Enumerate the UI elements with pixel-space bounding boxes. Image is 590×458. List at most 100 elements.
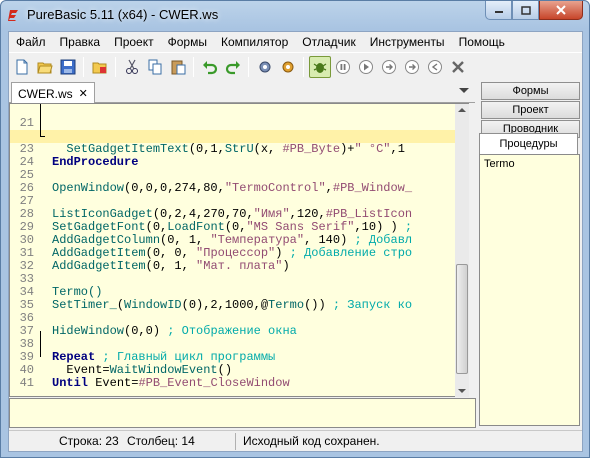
redo-button[interactable] bbox=[222, 56, 244, 78]
file-tab-cwer[interactable]: CWER.ws ✕ bbox=[11, 82, 95, 104]
menu-bar: Файл Правка Проект Формы Компилятор Отла… bbox=[9, 32, 582, 52]
close-tab-icon[interactable]: ✕ bbox=[79, 87, 88, 100]
menu-compiler[interactable]: Компилятор bbox=[214, 32, 295, 52]
scroll-down-icon[interactable] bbox=[458, 389, 466, 393]
code-line: 34 SetTimer_(WindowID(0),2,1000,@Termo()… bbox=[10, 273, 468, 312]
side-tab-project[interactable]: Проект bbox=[481, 101, 580, 119]
client-area: Файл Правка Проект Формы Компилятор Отла… bbox=[8, 31, 583, 452]
pause-button[interactable] bbox=[332, 56, 354, 78]
fold-line bbox=[40, 104, 41, 136]
undo-button[interactable] bbox=[199, 56, 221, 78]
build-icon bbox=[282, 61, 294, 73]
continue-button[interactable] bbox=[355, 56, 377, 78]
step-out-button[interactable] bbox=[424, 56, 446, 78]
code-line: 35 bbox=[10, 286, 468, 312]
step-over-button[interactable] bbox=[401, 56, 423, 78]
menu-edit[interactable]: Правка bbox=[53, 32, 108, 52]
tab-list-dropdown-icon[interactable] bbox=[459, 88, 469, 93]
stop-icon bbox=[452, 61, 464, 73]
menu-file[interactable]: Файл bbox=[9, 32, 53, 52]
main-window: PureBasic 5.11 (x64) - CWER.ws Файл Прав… bbox=[0, 0, 590, 458]
compile-icon bbox=[259, 61, 271, 73]
copy-button[interactable] bbox=[144, 56, 166, 78]
step-over-icon bbox=[382, 60, 396, 74]
new-file-icon bbox=[16, 59, 28, 75]
menu-debugger[interactable]: Отладчик bbox=[295, 32, 362, 52]
paste-icon bbox=[171, 60, 186, 75]
scrollbar-thumb[interactable] bbox=[456, 264, 468, 374]
save-icon bbox=[60, 59, 76, 75]
fold-line bbox=[40, 331, 41, 357]
new-file-button[interactable] bbox=[11, 56, 33, 78]
code-line: 21 x=InF(#DATA_REG) bbox=[10, 104, 468, 143]
redo-icon bbox=[225, 61, 240, 75]
debugger-toggle-button[interactable] bbox=[309, 56, 331, 78]
code-text: Until Event=#PB_Event_CloseWindow bbox=[52, 376, 290, 390]
paste-button[interactable] bbox=[167, 56, 189, 78]
code-line: 29 AddGadgetColumn(0, 1, "Температура", … bbox=[10, 208, 468, 247]
side-tab-forms[interactable]: Формы bbox=[481, 82, 580, 100]
output-panel[interactable] bbox=[9, 398, 476, 428]
open-folder-button[interactable] bbox=[89, 56, 111, 78]
code-line: 38 Repeat ; Главный цикл программы bbox=[10, 325, 468, 364]
compile-run-button[interactable] bbox=[254, 56, 276, 78]
close-icon bbox=[556, 5, 566, 15]
code-line: 32 bbox=[10, 247, 468, 273]
side-tab-procedures[interactable]: Процедуры bbox=[479, 133, 578, 155]
code-line: 31 AddGadgetItem(0, 1, "Мат. плата") bbox=[10, 234, 468, 273]
code-line: 27 ListIconGadget(0,2,4,270,70,"Имя",120… bbox=[10, 182, 468, 221]
maximize-button[interactable] bbox=[512, 1, 539, 20]
step-out-icon bbox=[428, 60, 442, 74]
copy-icon bbox=[148, 59, 162, 75]
step-button[interactable] bbox=[378, 56, 400, 78]
code-line: 26 bbox=[10, 169, 468, 195]
minimize-icon bbox=[494, 11, 503, 13]
scroll-up-icon[interactable] bbox=[458, 108, 466, 112]
file-tab-bar: CWER.ws ✕ bbox=[9, 80, 475, 104]
step-out-icon bbox=[405, 60, 419, 74]
open-file-icon bbox=[37, 62, 53, 74]
editor-vertical-scrollbar[interactable] bbox=[455, 104, 469, 397]
code-line: 36 HideWindow(0,0) ; Отображение окна bbox=[10, 299, 468, 338]
title-bar[interactable]: PureBasic 5.11 (x64) - CWER.ws bbox=[1, 1, 589, 30]
purebasic-logo-icon bbox=[8, 10, 18, 21]
status-column: Столбец: 14 bbox=[127, 434, 195, 448]
procedures-panel: Termo bbox=[479, 154, 580, 426]
menu-help[interactable]: Помощь bbox=[452, 32, 512, 52]
status-row: Строка: 23 bbox=[59, 434, 119, 448]
code-line: 37 bbox=[10, 312, 468, 338]
code-line: 22 SetGadgetItemText(0,1,StrU(x, #PB_Byt… bbox=[10, 117, 468, 156]
save-button[interactable] bbox=[57, 56, 79, 78]
maximize-icon bbox=[520, 5, 531, 15]
open-folder-icon bbox=[92, 62, 107, 74]
menu-tools[interactable]: Инструменты bbox=[363, 32, 452, 52]
code-line: 40 Until Event=#PB_Event_CloseWindow bbox=[10, 351, 468, 390]
code-line: 30 AddGadgetItem(0, 0, "Процессор") ; До… bbox=[10, 221, 468, 260]
toolbar bbox=[9, 52, 582, 80]
code-editor[interactable]: 21 x=InF(#DATA_REG) 22 SetGadgetItemText… bbox=[9, 103, 469, 397]
pause-icon bbox=[336, 60, 350, 74]
build-button[interactable] bbox=[277, 56, 299, 78]
menu-project[interactable]: Проект bbox=[107, 32, 161, 52]
status-bar: Строка: 23 Столбец: 14 Исходный код сохр… bbox=[9, 430, 582, 452]
procedure-item[interactable]: Termo bbox=[484, 158, 515, 170]
undo-icon bbox=[203, 61, 218, 75]
minimize-button[interactable] bbox=[485, 1, 512, 20]
close-window-button[interactable] bbox=[539, 1, 583, 20]
cut-button[interactable] bbox=[121, 56, 143, 78]
cut-icon bbox=[126, 59, 138, 74]
stop-debug-button[interactable] bbox=[447, 56, 469, 78]
menu-forms[interactable]: Формы bbox=[161, 32, 214, 52]
window-title: PureBasic 5.11 (x64) - CWER.ws bbox=[27, 7, 219, 22]
code-line: 28 SetGadgetFont(0,LoadFont(0,"MS Sans S… bbox=[10, 195, 468, 234]
file-tab-label: CWER.ws bbox=[18, 86, 73, 101]
code-line: 39 Event=WaitWindowEvent() bbox=[10, 338, 468, 377]
code-line: 33 Termo() bbox=[10, 260, 468, 299]
debug-icon bbox=[313, 63, 327, 73]
code-line: 25 OpenWindow(0,0,0,274,80,"TermoControl… bbox=[10, 156, 468, 195]
code-line: 41 bbox=[10, 364, 468, 390]
step-icon bbox=[359, 60, 373, 74]
open-file-button[interactable] bbox=[34, 56, 56, 78]
status-message: Исходный код сохранен. bbox=[243, 434, 380, 448]
fold-end bbox=[40, 136, 45, 137]
